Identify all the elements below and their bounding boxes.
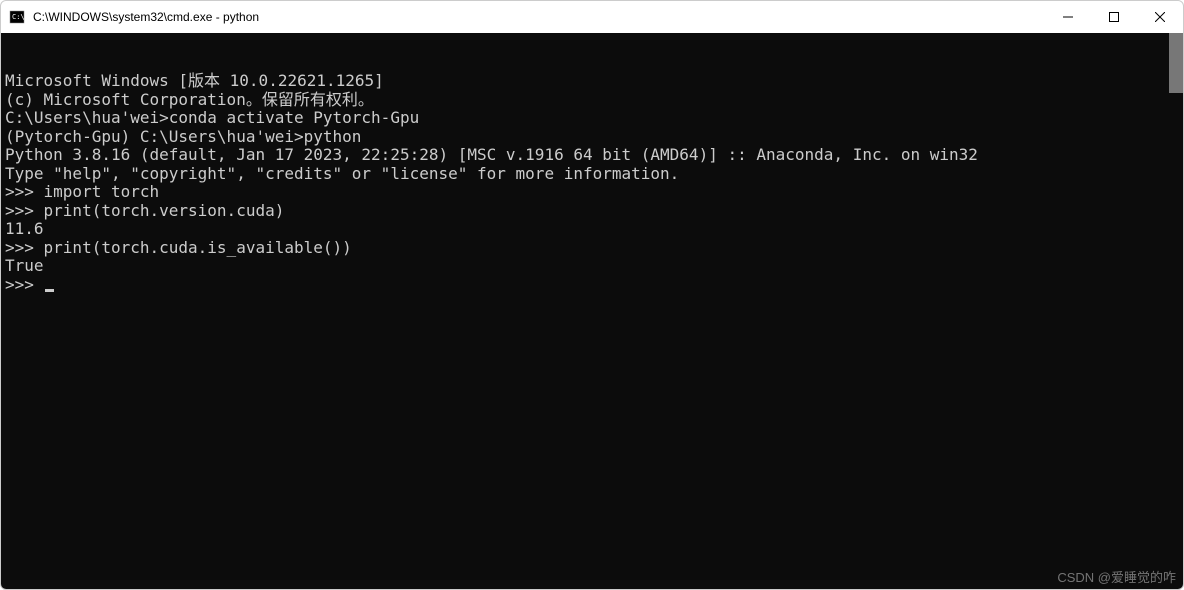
window-title: C:\WINDOWS\system32\cmd.exe - python (33, 10, 1045, 24)
watermark: CSDN @爱睡觉的咋 (1057, 567, 1176, 586)
cursor (45, 289, 54, 292)
scrollbar-thumb[interactable] (1169, 33, 1183, 93)
svg-text:C:\: C:\ (12, 13, 25, 21)
terminal-line: (Pytorch-Gpu) C:\Users\hua'wei>python (5, 128, 1179, 147)
window-controls (1045, 1, 1183, 33)
terminal-line: Python 3.8.16 (default, Jan 17 2023, 22:… (5, 146, 1179, 165)
terminal-area[interactable]: Microsoft Windows [版本 10.0.22621.1265](c… (1, 33, 1183, 589)
terminal-line: >>> (5, 276, 1179, 295)
close-button[interactable] (1137, 1, 1183, 33)
terminal-line: >>> print(torch.cuda.is_available()) (5, 239, 1179, 258)
terminal-line: >>> import torch (5, 183, 1179, 202)
terminal-content: Microsoft Windows [版本 10.0.22621.1265](c… (5, 72, 1179, 294)
terminal-line: Microsoft Windows [版本 10.0.22621.1265] (5, 72, 1179, 91)
terminal-line: 11.6 (5, 220, 1179, 239)
cmd-window: C:\ C:\WINDOWS\system32\cmd.exe - python… (0, 0, 1184, 590)
minimize-button[interactable] (1045, 1, 1091, 33)
terminal-line: Type "help", "copyright", "credits" or "… (5, 165, 1179, 184)
terminal-line: (c) Microsoft Corporation。保留所有权利。 (5, 91, 1179, 110)
cmd-icon: C:\ (9, 9, 25, 25)
titlebar[interactable]: C:\ C:\WINDOWS\system32\cmd.exe - python (1, 1, 1183, 33)
maximize-button[interactable] (1091, 1, 1137, 33)
terminal-line: True (5, 257, 1179, 276)
terminal-line: >>> print(torch.version.cuda) (5, 202, 1179, 221)
terminal-line: C:\Users\hua'wei>conda activate Pytorch-… (5, 109, 1179, 128)
